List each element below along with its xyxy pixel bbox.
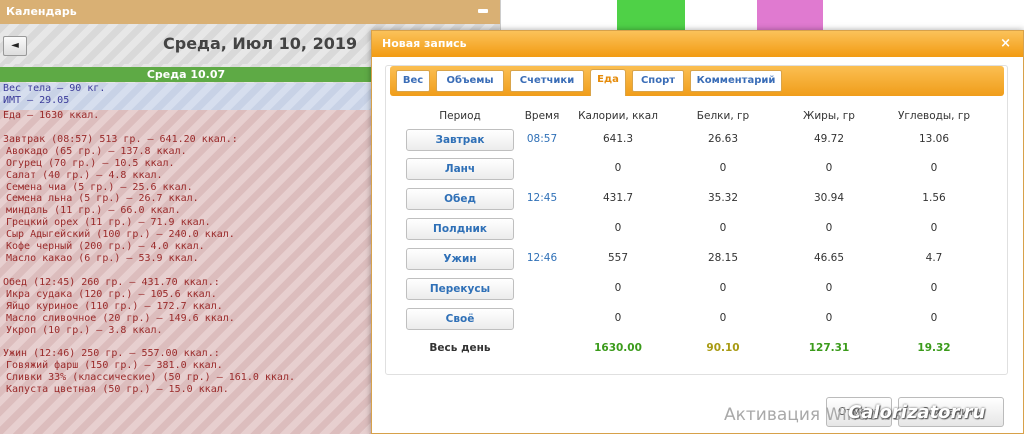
period-button[interactable]: Своё bbox=[406, 308, 514, 330]
tab-comment[interactable]: Комментарий bbox=[690, 70, 782, 92]
fat-cell: 49.72 bbox=[813, 133, 845, 145]
close-icon[interactable]: × bbox=[1000, 31, 1011, 57]
tab-volumes[interactable]: Объемы bbox=[436, 70, 504, 92]
food-item: Икра судака (120 гр.) — 105.6 ккал. bbox=[6, 288, 217, 300]
protein-cell: 35.32 bbox=[707, 192, 739, 204]
carbs-cell: 1.56 bbox=[922, 192, 946, 204]
total-calories: 1630.00 bbox=[594, 342, 642, 354]
protein-cell: 0 bbox=[719, 222, 727, 234]
tab-bar: Вес Объемы Счетчики Еда Спорт Комментари… bbox=[390, 66, 1004, 96]
calories-cell: 431.7 bbox=[602, 192, 634, 204]
calories-cell: 0 bbox=[614, 162, 622, 174]
carbs-cell: 0 bbox=[930, 312, 938, 324]
fat-cell: 0 bbox=[825, 282, 833, 294]
calendar-panel: Еда — 1630 ккал. Завтрак (08:57) 513 гр.… bbox=[0, 0, 373, 434]
food-item: Салат (40 гр.) — 4.8 ккал. bbox=[6, 169, 163, 181]
food-item: Грецкий орех (11 гр.) — 71.9 ккал. bbox=[6, 217, 211, 229]
protein-cell: 0 bbox=[719, 312, 727, 324]
meal-title: Обед (12:45) 260 гр. — 431.70 ккал.: bbox=[3, 276, 220, 288]
food-item: Семена чиа (5 гр.) — 25.6 ккал. bbox=[6, 181, 193, 193]
time-cell[interactable]: 08:57 bbox=[516, 133, 568, 145]
protein-cell: 28.15 bbox=[707, 252, 739, 264]
green-chart-bar bbox=[617, 0, 685, 30]
tab-counters[interactable]: Счетчики bbox=[510, 70, 584, 92]
body-stats: Вес тела — 90 кг. ИМТ — 29.05 bbox=[0, 83, 372, 110]
header-fat: Жиры, гр bbox=[803, 110, 855, 122]
minimize-icon[interactable] bbox=[478, 9, 488, 13]
calories-cell: 0 bbox=[614, 282, 622, 294]
period-button[interactable]: Ужин bbox=[406, 248, 514, 270]
period-button[interactable]: Ланч bbox=[406, 158, 514, 180]
pink-chart-bar bbox=[757, 0, 823, 30]
meal-title: Завтрак (08:57) 513 гр. — 641.20 ккал.: bbox=[3, 133, 238, 145]
total-fat: 127.31 bbox=[808, 342, 850, 354]
fat-cell: 0 bbox=[825, 312, 833, 324]
food-item: Авокадо (65 гр.) — 137.8 ккал. bbox=[6, 145, 187, 157]
dialog-titlebar: Новая запись × bbox=[372, 31, 1023, 57]
food-item: Говяжий фарш (150 гр.) — 381.0 ккал. bbox=[6, 360, 223, 372]
food-item: Сливки 33% (классические) (50 гр.) — 161… bbox=[6, 372, 295, 384]
carbs-cell: 4.7 bbox=[925, 252, 943, 264]
dialog-title: Новая запись bbox=[382, 37, 467, 50]
food-total: Еда — 1630 ккал. bbox=[3, 110, 100, 121]
total-carbs: 19.32 bbox=[917, 342, 951, 354]
date-title: Среда, Июл 10, 2019 bbox=[163, 34, 358, 53]
carbs-cell: 0 bbox=[930, 162, 938, 174]
fat-cell: 0 bbox=[825, 162, 833, 174]
header-period: Период bbox=[439, 110, 481, 122]
total-protein: 90.10 bbox=[706, 342, 740, 354]
calories-cell: 641.3 bbox=[602, 133, 634, 145]
bmi-stat: ИМТ — 29.05 bbox=[3, 95, 70, 106]
carbs-cell: 0 bbox=[930, 282, 938, 294]
header-time: Время bbox=[524, 110, 560, 122]
food-item: Яйцо куриное (110 гр.) — 172.7 ккал. bbox=[6, 300, 223, 312]
tab-food[interactable]: Еда bbox=[590, 69, 626, 96]
period-button[interactable]: Перекусы bbox=[406, 278, 514, 300]
calorizator-logo: Calorizator.ru bbox=[848, 402, 986, 423]
food-item: Кофе черный (200 гр.) — 4.0 ккал. bbox=[6, 241, 205, 253]
day-bar[interactable]: Среда 10.07 bbox=[0, 67, 372, 82]
tab-weight[interactable]: Вес bbox=[396, 70, 430, 92]
fat-cell: 30.94 bbox=[813, 192, 845, 204]
meal-title: Ужин (12:46) 250 гр. — 557.00 ккал.: bbox=[3, 348, 220, 360]
fat-cell: 0 bbox=[825, 222, 833, 234]
calendar-header: Календарь bbox=[0, 0, 500, 24]
header-calories: Калории, ккал bbox=[578, 110, 658, 122]
calories-cell: 0 bbox=[614, 312, 622, 324]
calendar-header-title: Календарь bbox=[6, 5, 77, 18]
weight-stat: Вес тела — 90 кг. bbox=[3, 83, 106, 94]
prev-day-button[interactable]: ◄ bbox=[3, 36, 27, 56]
period-button[interactable]: Полдник bbox=[406, 218, 514, 240]
header-carbs: Углеводы, гр bbox=[897, 110, 971, 122]
carbs-cell: 13.06 bbox=[918, 133, 950, 145]
protein-cell: 0 bbox=[719, 282, 727, 294]
food-item: Масло какао (6 гр.) — 53.9 ккал. bbox=[6, 252, 199, 264]
protein-cell: 26.63 bbox=[707, 133, 739, 145]
protein-cell: 0 bbox=[719, 162, 727, 174]
food-log: Еда — 1630 ккал. Завтрак (08:57) 513 гр.… bbox=[0, 110, 372, 434]
food-item: Капуста цветная (50 гр.) — 15.0 ккал. bbox=[6, 384, 229, 396]
food-item: миндаль (11 гр.) — 66.0 ккал. bbox=[6, 205, 181, 217]
calories-cell: 0 bbox=[614, 222, 622, 234]
calories-cell: 557 bbox=[607, 252, 629, 264]
food-item: Укроп (10 гр.) — 3.8 ккал. bbox=[6, 324, 163, 336]
period-button[interactable]: Обед bbox=[406, 188, 514, 210]
period-button[interactable]: Завтрак bbox=[406, 129, 514, 151]
header-protein: Белки, гр bbox=[696, 110, 750, 122]
tab-sport[interactable]: Спорт bbox=[632, 70, 684, 92]
food-item: Масло сливочное (20 гр.) — 149.6 ккал. bbox=[6, 312, 235, 324]
carbs-cell: 0 bbox=[930, 222, 938, 234]
time-cell[interactable]: 12:45 bbox=[516, 192, 568, 204]
fat-cell: 46.65 bbox=[813, 252, 845, 264]
time-cell[interactable]: 12:46 bbox=[516, 252, 568, 264]
food-item: Огурец (70 гр.) — 10.5 ккал. bbox=[6, 157, 175, 169]
food-item: Сыр Адыгейский (100 гр.) — 240.0 ккал. bbox=[6, 229, 235, 241]
food-item: Семена льна (5 гр.) — 26.7 ккал. bbox=[6, 193, 199, 205]
arrow-left-icon: ◄ bbox=[11, 40, 19, 51]
total-label: Весь день bbox=[429, 342, 491, 354]
